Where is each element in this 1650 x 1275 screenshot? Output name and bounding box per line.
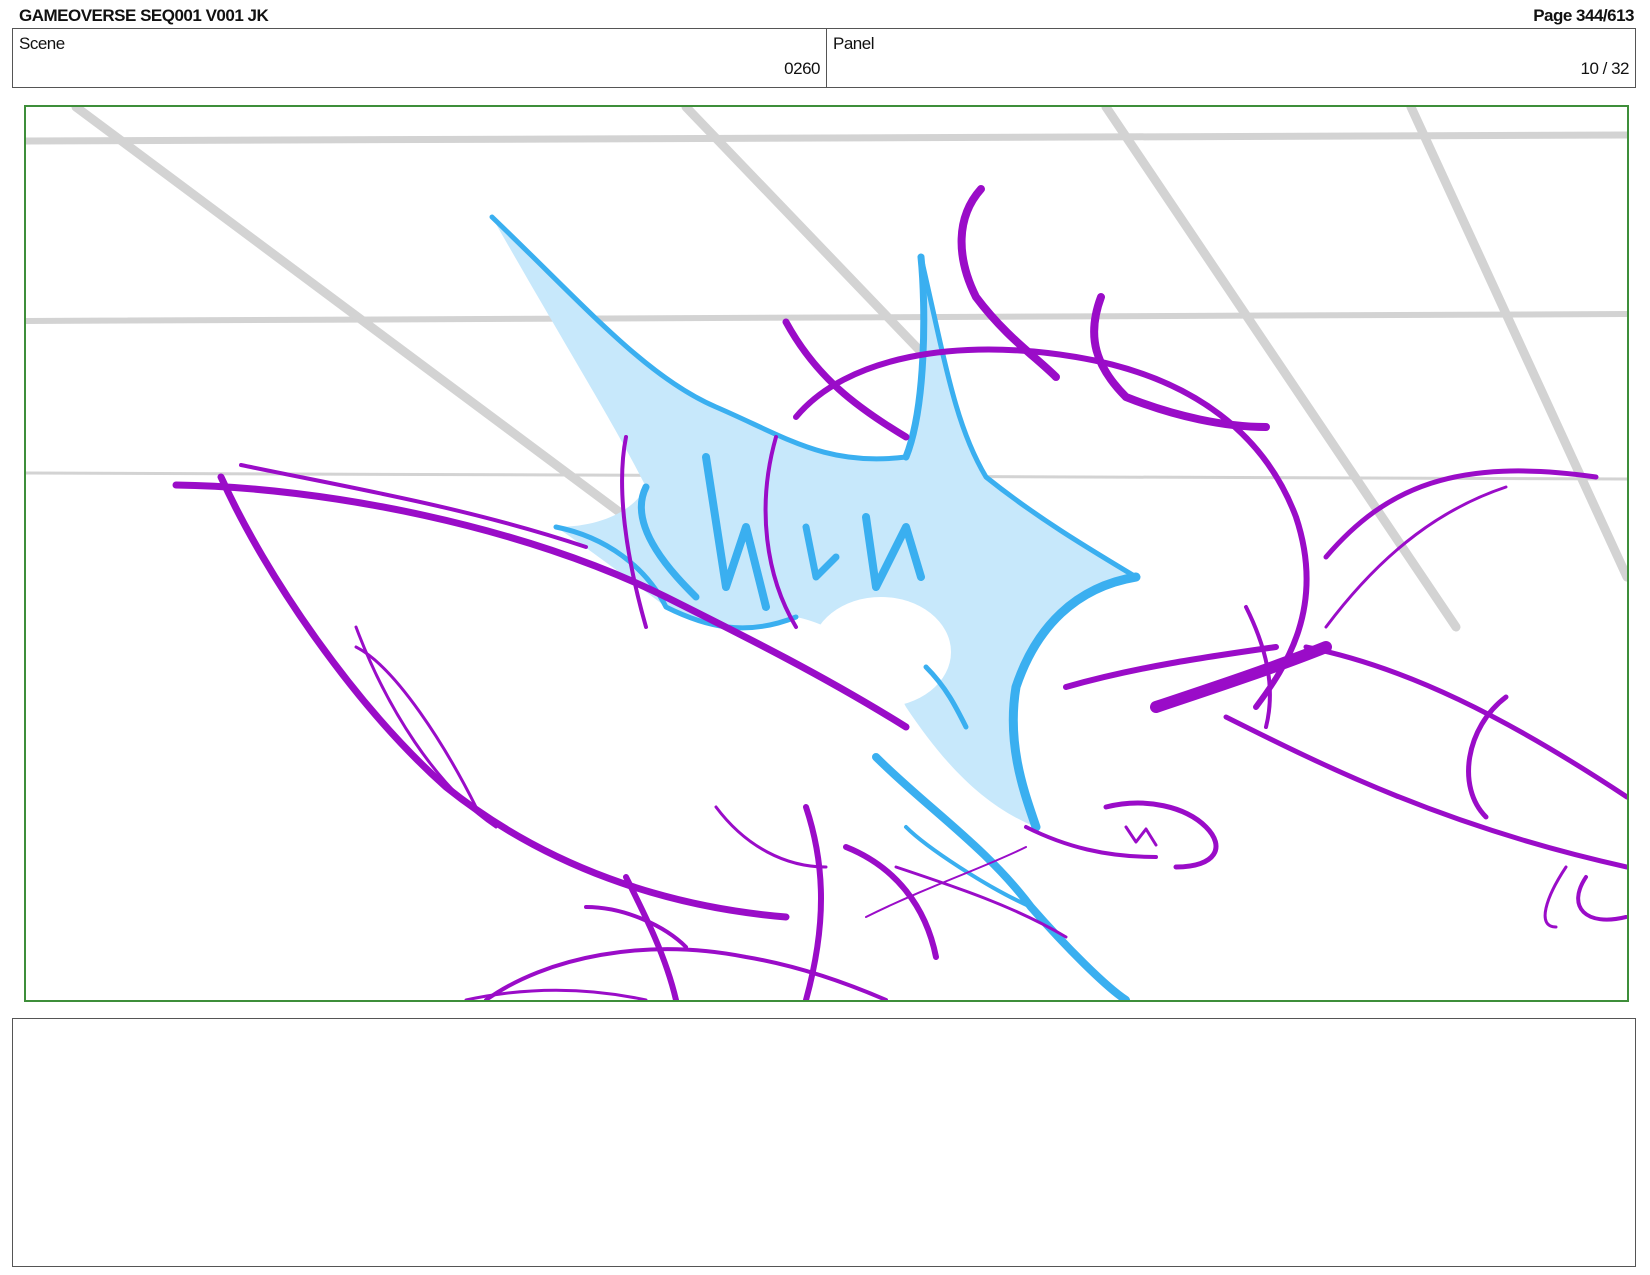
- document-title: GAMEOVERSE SEQ001 V001 JK: [19, 6, 269, 25]
- impact-effect: [489, 214, 1141, 1000]
- storyboard-panel-frame: [24, 105, 1629, 1002]
- page-number: Page 344/613: [1533, 6, 1634, 25]
- scene-panel-info-row: Scene 0260 Panel 10 / 32: [12, 28, 1636, 88]
- scene-cell: Scene 0260: [13, 29, 827, 87]
- scene-label: Scene: [19, 34, 65, 53]
- panel-cell: Panel 10 / 32: [827, 29, 1635, 87]
- storyboard-sketch: [26, 107, 1627, 1000]
- panel-label: Panel: [833, 34, 874, 53]
- panel-value: 10 / 32: [1580, 59, 1630, 78]
- notes-box: [12, 1018, 1636, 1267]
- scene-value: 0260: [784, 59, 820, 78]
